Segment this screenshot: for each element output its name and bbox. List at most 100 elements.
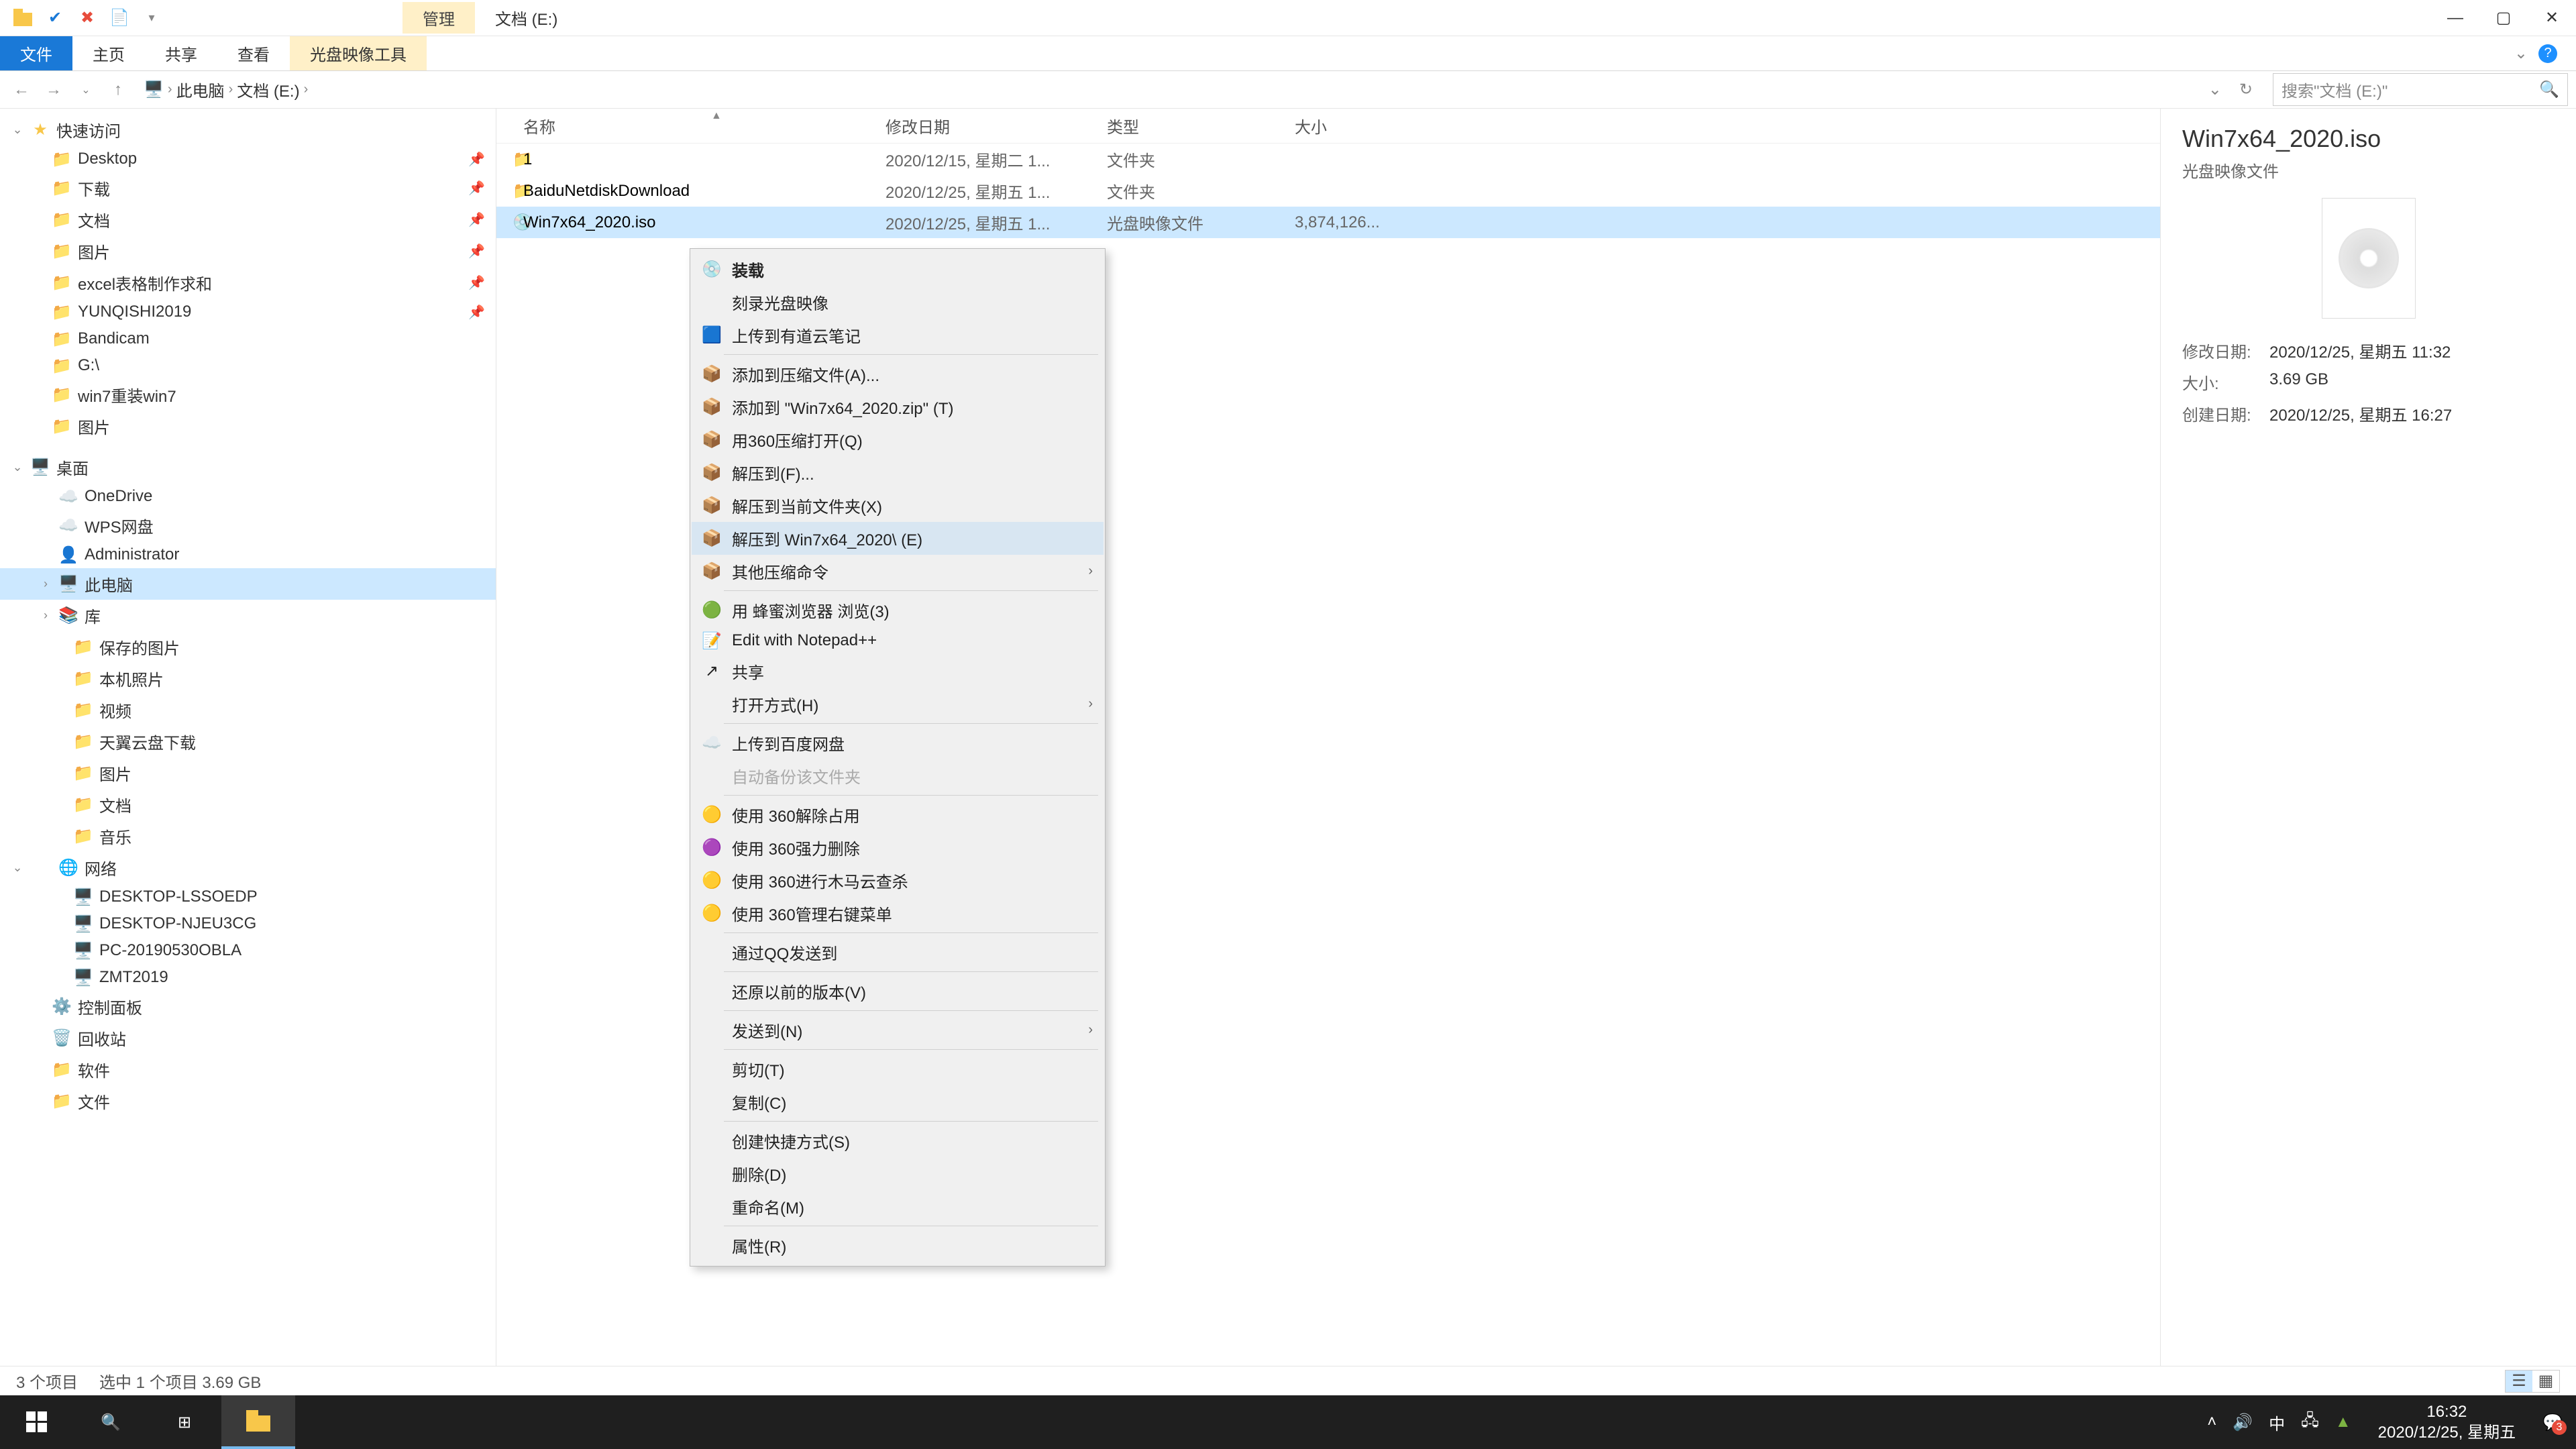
taskbar-clock[interactable]: 16:32 2020/12/25, 星期五 [2367,1401,2526,1443]
tree-quick-item[interactable]: 📁win7重装win7 [0,379,496,411]
tree-footer-item[interactable]: 📁软件 [0,1054,496,1085]
tree-quick-item[interactable]: 📁G:\ [0,352,496,379]
chevron-down-icon[interactable]: ⌄ [11,123,24,137]
chevron-right-icon[interactable]: › [229,82,233,97]
tree-desktop[interactable]: ⌄ 🖥️ 桌面 [0,451,496,483]
context-item[interactable]: 🟡使用 360解除占用 [692,798,1104,831]
tree-network-item[interactable]: 🖥️DESKTOP-NJEU3CG [0,910,496,937]
context-item[interactable]: 创建快捷方式(S) [692,1124,1104,1157]
column-date[interactable]: 修改日期 [885,114,1107,138]
qat-new-folder-icon[interactable]: 📄 [107,6,131,30]
tree-quick-item[interactable]: 📁文档📌 [0,204,496,235]
chevron-down-icon[interactable]: ⌄ [11,460,24,474]
tree-quick-item[interactable]: 📁excel表格制作求和📌 [0,267,496,299]
column-type[interactable]: 类型 [1107,114,1295,138]
tray-volume-icon[interactable]: 🔊 [2233,1413,2253,1432]
context-item[interactable]: 🟢用 蜂蜜浏览器 浏览(3) [692,594,1104,627]
tree-network-item[interactable]: 🖥️ZMT2019 [0,964,496,991]
tab-home[interactable]: 主页 [72,36,145,70]
minimize-button[interactable]: — [2431,0,2479,36]
column-size[interactable]: 大小 [1295,114,1429,138]
context-item[interactable]: 复制(C) [692,1085,1104,1118]
tree-footer-item[interactable]: 📁文件 [0,1085,496,1117]
tree-library-item[interactable]: 📁天翼云盘下载 [0,726,496,757]
tab-share[interactable]: 共享 [145,36,217,70]
context-item[interactable]: 打开方式(H)› [692,688,1104,720]
context-item[interactable]: ↗共享 [692,655,1104,688]
qat-check-icon[interactable]: ✔ [43,6,67,30]
context-item[interactable]: 重命名(M) [692,1190,1104,1223]
close-button[interactable]: ✕ [2528,0,2576,36]
context-item[interactable]: 📦解压到 Win7x64_2020\ (E) [692,522,1104,555]
tray-ime-icon[interactable]: 中 [2269,1411,2285,1434]
search-button[interactable]: 🔍 [74,1395,148,1449]
context-item[interactable]: 📝Edit with Notepad++ [692,627,1104,655]
tree-library-item[interactable]: 📁视频 [0,694,496,726]
context-item[interactable]: 剪切(T) [692,1053,1104,1085]
start-button[interactable] [0,1395,74,1449]
tree-library-item[interactable]: 📁保存的图片 [0,631,496,663]
tree-quick-access[interactable]: ⌄ ★ 快速访问 [0,114,496,146]
file-row[interactable]: 📁BaiduNetdiskDownload2020/12/25, 星期五 1..… [496,175,2160,207]
context-item[interactable]: 📦用360压缩打开(Q) [692,423,1104,456]
tree-desktop-item[interactable]: ›🖥️此电脑 [0,568,496,600]
tree-desktop-item[interactable]: 👤Administrator [0,541,496,568]
tray-chevron-icon[interactable]: ˄ [2207,1413,2216,1432]
tree-quick-item[interactable]: 📁图片 [0,411,496,442]
breadcrumb[interactable]: 🖥️ › 此电脑 › 文档 (E:) › ⌄ ↻ [137,75,2267,104]
up-button[interactable]: ↑ [105,76,131,103]
tree-library-item[interactable]: 📁文档 [0,789,496,820]
context-item[interactable]: 📦添加到压缩文件(A)... [692,358,1104,390]
context-item[interactable]: 🟦上传到有道云笔记 [692,319,1104,352]
search-input[interactable]: 搜索"文档 (E:)" 🔍 [2273,73,2568,106]
column-name[interactable]: 名称 [496,114,885,138]
search-icon[interactable]: 🔍 [2539,80,2559,99]
chevron-right-icon[interactable]: › [168,82,172,97]
tree-desktop-item[interactable]: ☁️OneDrive [0,483,496,510]
forward-button[interactable]: → [40,76,67,103]
context-item[interactable]: 🟡使用 360进行木马云查杀 [692,864,1104,897]
maximize-button[interactable]: ▢ [2479,0,2528,36]
task-view-button[interactable]: ⊞ [148,1395,221,1449]
tree-footer-item[interactable]: ⚙️控制面板 [0,991,496,1022]
view-icons-button[interactable]: ▦ [2532,1371,2559,1392]
tree-quick-item[interactable]: 📁Bandicam [0,325,496,352]
address-dropdown-icon[interactable]: ⌄ [2203,80,2227,99]
recent-dropdown[interactable]: ⌄ [72,76,99,103]
context-item[interactable]: 💿装载 [692,253,1104,286]
tree-library-item[interactable]: 📁音乐 [0,820,496,852]
tree-quick-item[interactable]: 📁YUNQISHI2019📌 [0,299,496,325]
tree-quick-item[interactable]: 📁图片📌 [0,235,496,267]
tree-network-item[interactable]: 🖥️DESKTOP-LSSOEDP [0,883,496,910]
tree-desktop-item[interactable]: ☁️WPS网盘 [0,510,496,541]
chevron-right-icon[interactable]: › [304,82,309,97]
tree-quick-item[interactable]: 📁下载📌 [0,172,496,204]
context-item[interactable]: 🟣使用 360强力删除 [692,831,1104,864]
context-item[interactable]: 通过QQ发送到 [692,936,1104,969]
context-item[interactable]: 刻录光盘映像 [692,286,1104,319]
context-item[interactable]: 还原以前的版本(V) [692,975,1104,1008]
tree-network-item[interactable]: 🖥️PC-20190530OBLA [0,937,496,964]
tree-library-item[interactable]: 📁图片 [0,757,496,789]
chevron-down-icon[interactable]: ⌄ [11,861,24,875]
chevron-right-icon[interactable]: › [39,608,52,623]
context-item[interactable]: ☁️上传到百度网盘 [692,727,1104,759]
context-item[interactable]: 🟡使用 360管理右键菜单 [692,897,1104,930]
tray-network-icon[interactable]: 🖧 [2301,1409,2319,1436]
context-item[interactable]: 📦解压到(F)... [692,456,1104,489]
tree-quick-item[interactable]: 📁Desktop📌 [0,146,496,172]
qat-close-icon[interactable]: ✖ [75,6,99,30]
file-row[interactable]: 💿Win7x64_2020.iso2020/12/25, 星期五 1...光盘映… [496,207,2160,238]
tray-shield-icon[interactable]: ▲ [2335,1413,2351,1432]
back-button[interactable]: ← [8,76,35,103]
explorer-taskbar-button[interactable] [221,1395,295,1449]
ribbon-collapse-icon[interactable]: ⌄ [2514,44,2528,63]
tree-desktop-item[interactable]: ›📚库 [0,600,496,631]
qat-dropdown-icon[interactable]: ▾ [140,6,164,30]
tab-view[interactable]: 查看 [217,36,290,70]
tab-file[interactable]: 文件 [0,36,72,70]
context-item[interactable]: 发送到(N)› [692,1014,1104,1046]
tab-disc-tools[interactable]: 光盘映像工具 [290,36,427,70]
action-center-icon[interactable]: 💬 [2542,1413,2563,1432]
context-item[interactable]: 📦解压到当前文件夹(X) [692,489,1104,522]
